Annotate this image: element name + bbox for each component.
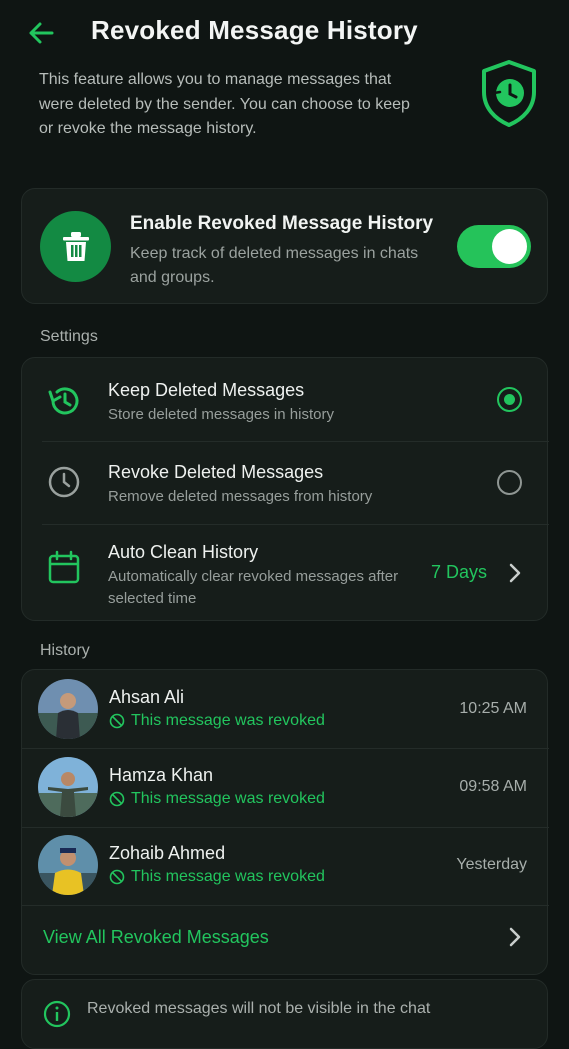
contact-name: Ahsan Ali bbox=[109, 687, 185, 707]
page-title: Revoked Message History bbox=[91, 15, 418, 45]
message-time: 10:25 AM bbox=[459, 700, 527, 717]
chevron-right-icon[interactable] bbox=[509, 927, 521, 952]
revoked-status: This message was revoked bbox=[109, 712, 325, 730]
arrow-left-icon bbox=[29, 22, 54, 44]
setting-title: Revoke Deleted Messages bbox=[108, 462, 324, 482]
enable-description: Keep track of deleted messages in chats … bbox=[130, 245, 419, 286]
blocked-icon bbox=[109, 869, 125, 885]
setting-keep-deleted[interactable]: Keep Deleted Messages Store deleted mess… bbox=[22, 358, 549, 441]
shield-history-icon bbox=[478, 58, 540, 128]
radio-keep-selected[interactable] bbox=[497, 387, 522, 412]
clock-icon bbox=[46, 464, 82, 505]
toggle-knob bbox=[492, 229, 527, 264]
setting-revoke-deleted[interactable]: Revoke Deleted Messages Remove deleted m… bbox=[22, 442, 549, 524]
info-card: Revoked messages will not be visible in … bbox=[21, 979, 548, 1049]
revoked-status-text: This message was revoked bbox=[131, 868, 325, 885]
header: Revoked Message History bbox=[0, 0, 569, 62]
setting-description: Store deleted messages in history bbox=[108, 406, 334, 423]
avatar bbox=[38, 757, 98, 817]
blocked-icon bbox=[109, 713, 125, 729]
message-time: Yesterday bbox=[456, 856, 527, 873]
setting-title: Keep Deleted Messages bbox=[108, 380, 305, 400]
trash-icon-circle bbox=[40, 211, 111, 282]
history-section-label: History bbox=[40, 642, 90, 659]
contact-name: Hamza Khan bbox=[109, 765, 214, 785]
history-icon bbox=[46, 383, 82, 424]
history-row[interactable]: Zohaib Ahmed This message was revoked Ye… bbox=[22, 828, 549, 906]
setting-title: Auto Clean History bbox=[108, 542, 259, 562]
chevron-right-icon bbox=[509, 563, 521, 588]
enable-toggle[interactable] bbox=[457, 225, 531, 268]
revoked-status-text: This message was revoked bbox=[131, 790, 325, 807]
enable-card: Enable Revoked Message History Keep trac… bbox=[21, 188, 548, 304]
view-all-revoked-link[interactable]: View All Revoked Messages bbox=[43, 927, 269, 948]
history-row[interactable]: Ahsan Ali This message was revoked 10:25… bbox=[22, 670, 549, 748]
avatar bbox=[38, 835, 98, 895]
auto-clean-value: 7 Days bbox=[431, 562, 488, 582]
divider bbox=[22, 905, 549, 906]
revoked-status: This message was revoked bbox=[109, 868, 325, 886]
settings-card: Keep Deleted Messages Store deleted mess… bbox=[21, 357, 549, 621]
enable-title: Enable Revoked Message History bbox=[130, 213, 434, 234]
setting-description: Remove deleted messages from history bbox=[108, 488, 373, 505]
radio-revoke-unselected[interactable] bbox=[497, 470, 522, 495]
info-icon bbox=[43, 1000, 71, 1033]
history-card: Ahsan Ali This message was revoked 10:25… bbox=[21, 669, 549, 975]
back-button[interactable] bbox=[26, 18, 56, 48]
revoked-status: This message was revoked bbox=[109, 790, 325, 808]
contact-name: Zohaib Ahmed bbox=[109, 843, 226, 863]
setting-auto-clean[interactable]: Auto Clean History Automatically clear r… bbox=[22, 525, 549, 621]
intro-text: This feature allows you to manage messag… bbox=[39, 71, 410, 138]
history-row[interactable]: Hamza Khan This message was revoked 09:5… bbox=[22, 749, 549, 827]
revoked-status-text: This message was revoked bbox=[131, 712, 325, 729]
setting-description: Automatically clear revoked messages aft… bbox=[108, 568, 399, 607]
blocked-icon bbox=[109, 791, 125, 807]
info-text: Revoked messages will not be visible in … bbox=[87, 1000, 431, 1017]
settings-section-label: Settings bbox=[40, 328, 98, 345]
avatar bbox=[38, 679, 98, 739]
calendar-icon bbox=[46, 549, 82, 590]
trash-icon bbox=[63, 232, 89, 261]
message-time: 09:58 AM bbox=[459, 778, 527, 795]
